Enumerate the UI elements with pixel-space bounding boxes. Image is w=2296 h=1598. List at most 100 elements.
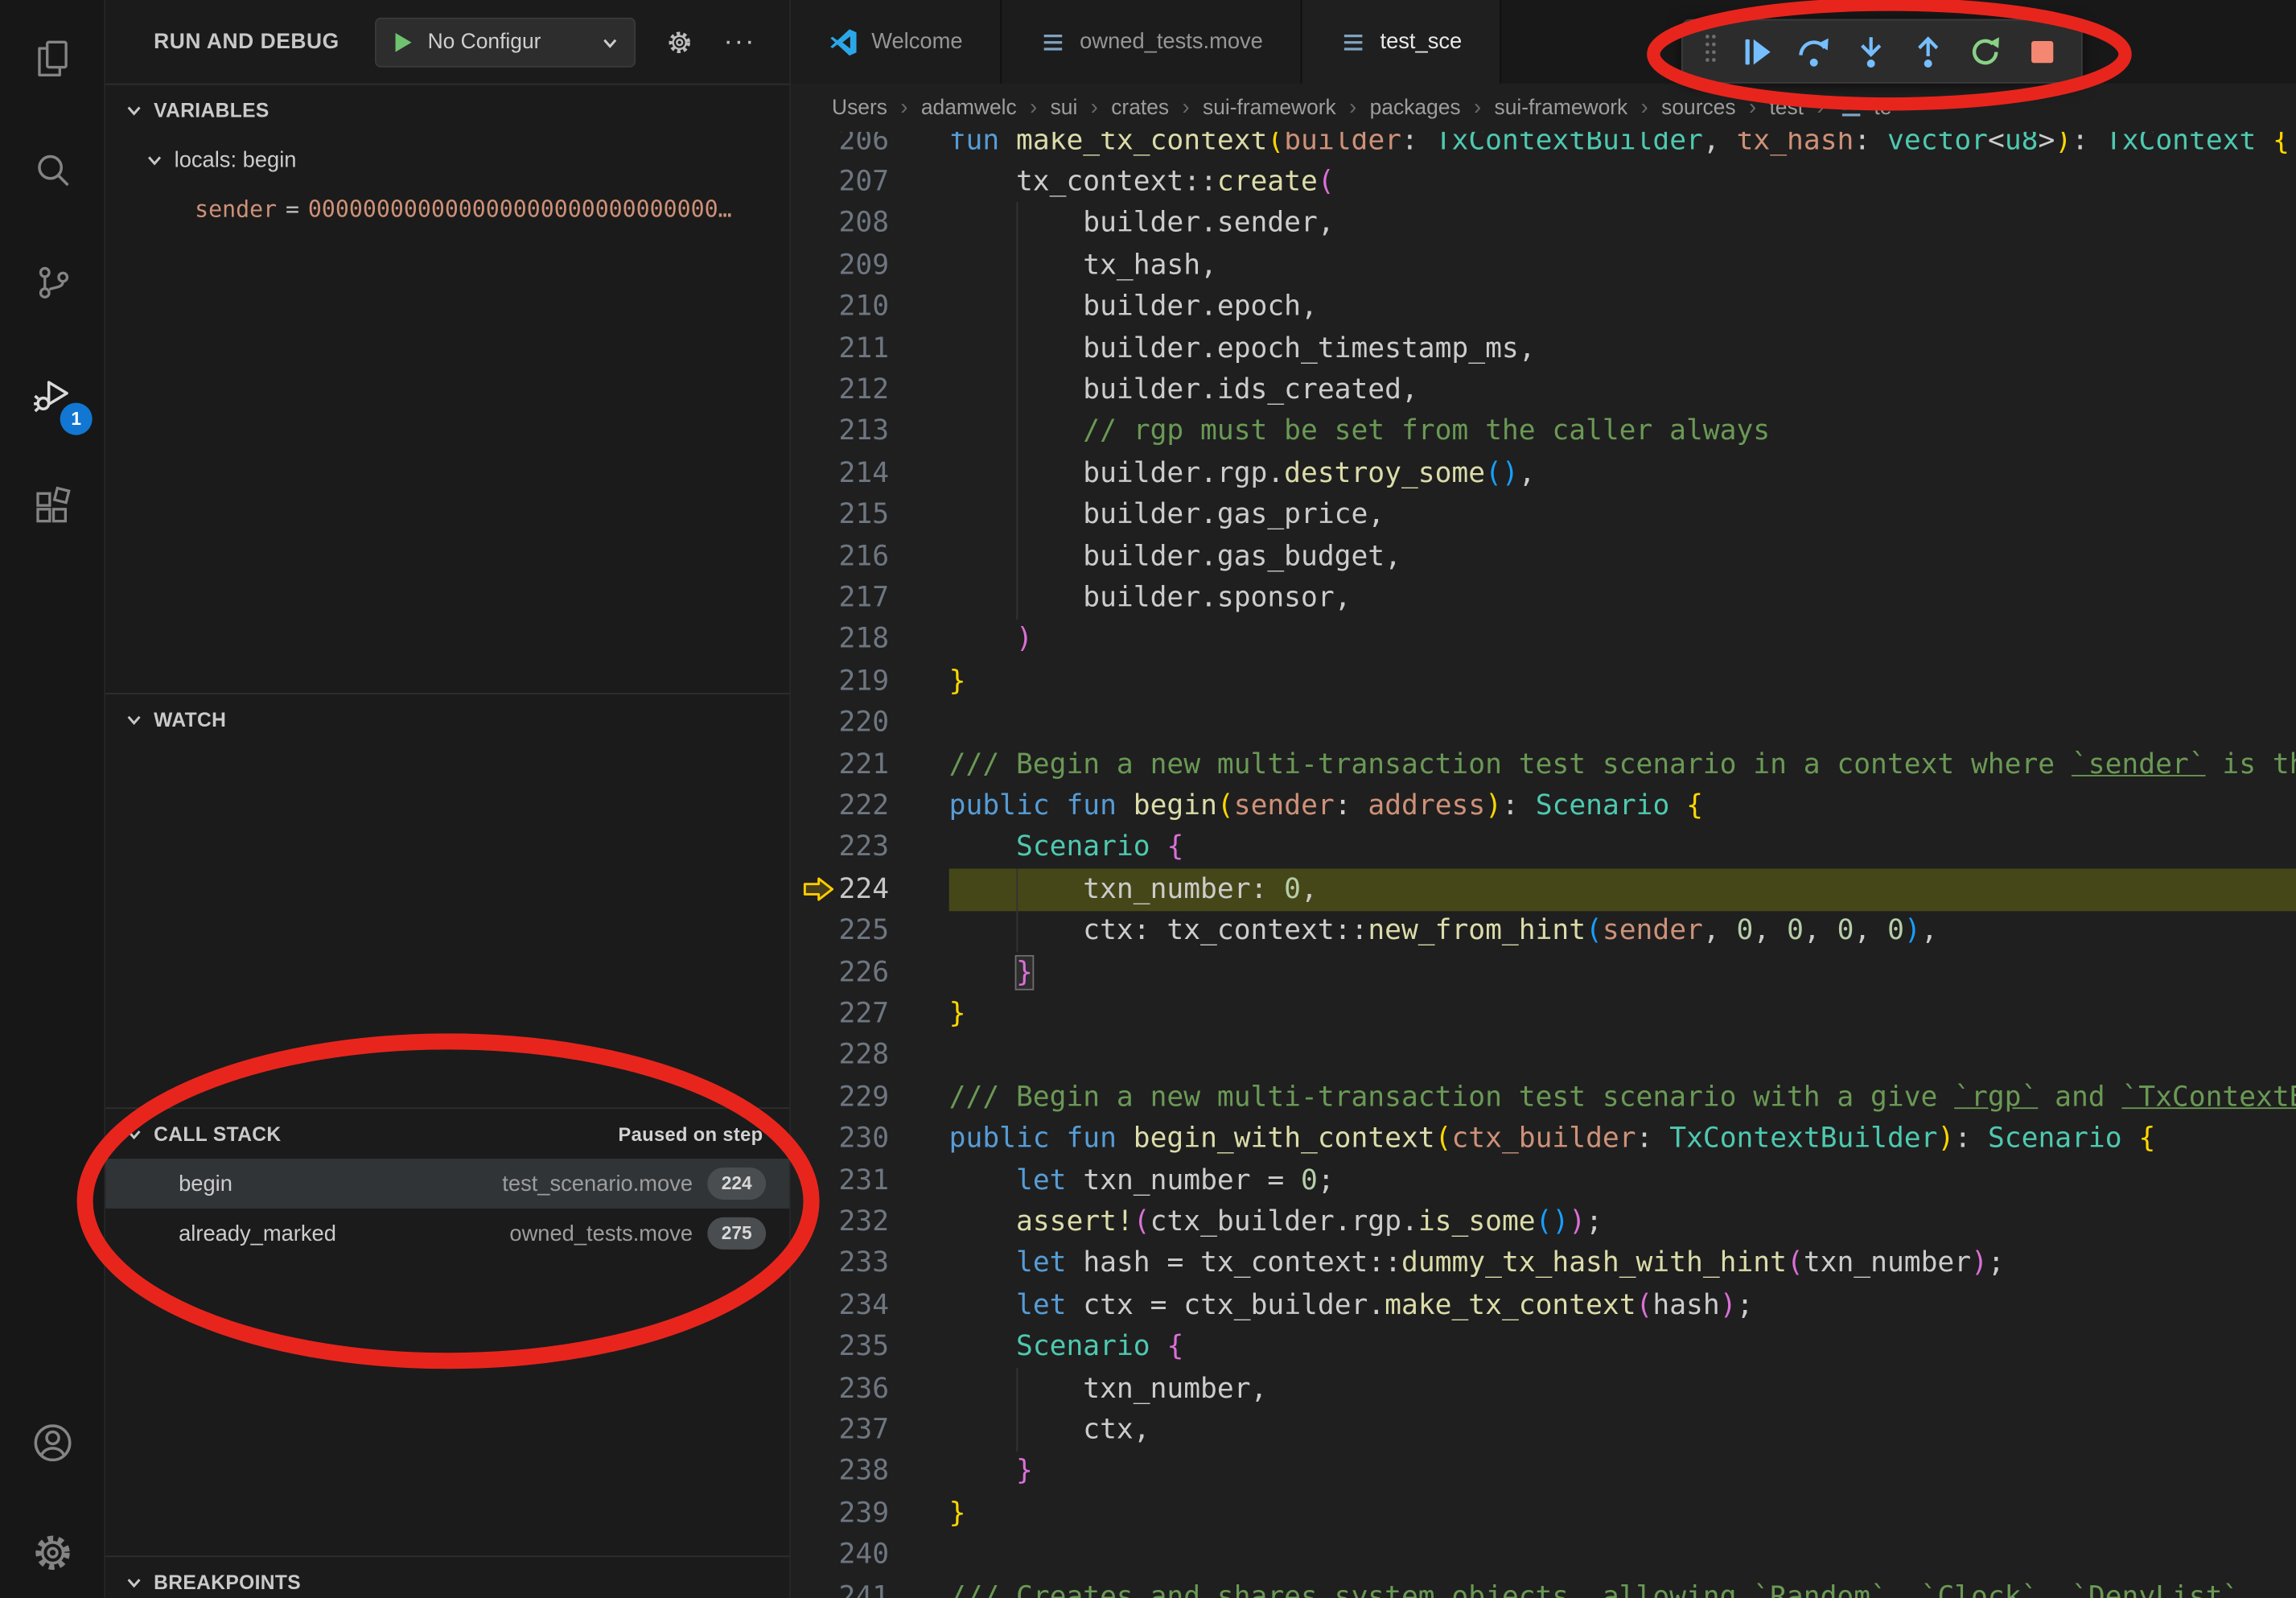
code-line-223: 223 Scenario { — [791, 826, 2296, 869]
activity-account-button[interactable] — [0, 1405, 105, 1481]
step-out-button[interactable] — [1910, 29, 1947, 73]
variables-section-header[interactable]: VARIABLES — [105, 84, 789, 135]
breadcrumb-item-adamwelc[interactable]: adamwelc — [921, 96, 1017, 119]
step-over-button[interactable] — [1796, 29, 1833, 73]
tab-welcome[interactable]: Welcome — [791, 0, 1002, 84]
line-number[interactable]: 211 — [791, 327, 949, 370]
breadcrumb-item-sui-framework[interactable]: sui-framework — [1203, 96, 1336, 119]
code-line-text: txn_number: 0, — [949, 868, 1318, 911]
breadcrumb-item-test[interactable]: test — [1769, 96, 1804, 119]
line-number[interactable]: 232 — [791, 1201, 949, 1244]
line-number[interactable]: 237 — [791, 1409, 949, 1452]
editor: Welcome owned_tests.movetest_sce Users › ad… — [791, 0, 2296, 1598]
activity-search-button[interactable] — [0, 134, 105, 210]
line-number[interactable]: 233 — [791, 1242, 949, 1285]
line-number[interactable]: 225 — [791, 910, 949, 953]
step-into-button[interactable] — [1853, 29, 1890, 73]
breadcrumb-separator: › — [1817, 95, 1824, 120]
line-number[interactable]: 235 — [791, 1326, 949, 1369]
code-line-217: 217 builder.sponsor, — [791, 577, 2296, 620]
breadcrumb-item-users[interactable]: Users — [832, 96, 887, 119]
frame-file: owned_tests.move — [509, 1221, 693, 1246]
code-line-221: 221/// Begin a new multi-transaction tes… — [791, 743, 2296, 786]
breadcrumb-item-sui[interactable]: sui — [1051, 96, 1078, 119]
debug-config-label: No Configur — [428, 31, 587, 54]
views-more-actions-button[interactable]: ··· — [718, 20, 762, 64]
activity-extensions-button[interactable] — [0, 469, 105, 546]
watch-section-header[interactable]: WATCH — [105, 693, 789, 744]
line-number[interactable]: 220 — [791, 702, 949, 744]
breadcrumb-item-sources[interactable]: sources — [1661, 96, 1735, 119]
code-editor[interactable]: 206fun make_tx_context(builder: TxContex… — [791, 132, 2296, 1598]
move-file-icon — [1040, 28, 1067, 55]
tab-owned-tests-move[interactable]: owned_tests.move — [1002, 0, 1302, 84]
equals-sign: = — [277, 196, 308, 223]
line-number[interactable]: 215 — [791, 494, 949, 537]
code-lines: 206fun make_tx_context(builder: TxContex… — [791, 132, 2296, 1598]
line-number[interactable]: 214 — [791, 452, 949, 495]
breadcrumb-item-sui-framework[interactable]: sui-framework — [1495, 96, 1628, 119]
breadcrumb-separator: › — [1641, 95, 1648, 120]
line-number[interactable]: 240 — [791, 1534, 949, 1576]
code-line-text: /// Begin a new multi-transaction test s… — [949, 1077, 2296, 1119]
line-number[interactable]: 206 — [791, 132, 949, 163]
variable-row-sender[interactable]: sender=000000000000000000000000000000… — [105, 184, 789, 234]
activity-run-and-debug-button[interactable]: 1 — [0, 356, 105, 432]
line-number[interactable]: 217 — [791, 577, 949, 620]
line-number[interactable]: 226 — [791, 952, 949, 995]
line-number[interactable]: 231 — [791, 1159, 949, 1202]
breadcrumb-item-crates[interactable]: crates — [1111, 96, 1169, 119]
code-line-text: builder.gas_budget, — [949, 536, 1401, 579]
code-line-text: builder.gas_price, — [949, 494, 1385, 537]
tab-label: Welcome — [871, 29, 962, 54]
line-number[interactable]: 239 — [791, 1493, 949, 1535]
activity-explorer-button[interactable] — [0, 20, 105, 97]
line-number[interactable]: 234 — [791, 1284, 949, 1327]
line-number[interactable]: 230 — [791, 1118, 949, 1160]
stop-icon — [2026, 35, 2059, 68]
call-stack-section-header[interactable]: CALL STACK Paused on step — [105, 1107, 789, 1159]
code-line-222: 222public fun begin(sender: address): Sc… — [791, 785, 2296, 828]
line-number[interactable]: 212 — [791, 369, 949, 412]
activity-source-control-button[interactable] — [0, 245, 105, 321]
breadcrumb-file[interactable]: te — [1837, 94, 1892, 121]
line-number[interactable]: 224 — [791, 868, 949, 911]
code-line-228: 228 — [791, 1035, 2296, 1077]
line-number[interactable]: 210 — [791, 286, 949, 328]
vscode-window: 1 RUN AND DEBUG No Configur ··· — [0, 0, 2296, 1598]
line-number[interactable]: 221 — [791, 743, 949, 786]
line-number[interactable]: 216 — [791, 536, 949, 579]
call-stack-frame-already-marked[interactable]: already_markedowned_tests.move275 — [105, 1209, 789, 1258]
line-number[interactable]: 228 — [791, 1035, 949, 1077]
variables-scope-row[interactable]: locals: begin — [105, 134, 789, 184]
code-line-234: 234 let ctx = ctx_builder.make_tx_contex… — [791, 1284, 2296, 1327]
code-line-text: public fun begin_with_context(ctx_builde… — [949, 1118, 2156, 1160]
line-number[interactable]: 241 — [791, 1575, 949, 1598]
code-line-230: 230public fun begin_with_context(ctx_bui… — [791, 1118, 2296, 1160]
continue-button[interactable] — [1738, 29, 1775, 73]
line-number[interactable]: 213 — [791, 410, 949, 453]
line-number[interactable]: 227 — [791, 993, 949, 1036]
line-number[interactable]: 223 — [791, 826, 949, 869]
call-stack-frame-begin[interactable]: begintest_scenario.move224 — [105, 1159, 789, 1209]
line-number[interactable]: 238 — [791, 1451, 949, 1493]
line-number[interactable]: 236 — [791, 1368, 949, 1411]
line-number[interactable]: 229 — [791, 1077, 949, 1119]
debug-config-dropdown[interactable]: No Configur — [375, 18, 636, 68]
line-number[interactable]: 208 — [791, 203, 949, 245]
breadcrumb-item-packages[interactable]: packages — [1370, 96, 1461, 119]
line-number[interactable]: 219 — [791, 661, 949, 703]
breakpoints-section-header[interactable]: BREAKPOINTS — [105, 1555, 789, 1598]
toolbar-drag-handle[interactable] — [1703, 30, 1718, 72]
tab-test-sce[interactable]: test_sce — [1302, 0, 1501, 84]
activity-settings-button[interactable] — [0, 1514, 105, 1591]
stop-button[interactable] — [2024, 29, 2061, 73]
code-line-text: builder.sender, — [949, 203, 1335, 245]
restart-button[interactable] — [1967, 29, 2004, 73]
line-number[interactable]: 222 — [791, 785, 949, 828]
debug-settings-button[interactable] — [657, 20, 702, 64]
line-number[interactable]: 218 — [791, 619, 949, 661]
line-number[interactable]: 209 — [791, 245, 949, 287]
line-number[interactable]: 207 — [791, 161, 949, 204]
code-line-text: public fun begin(sender: address): Scena… — [949, 785, 1703, 828]
